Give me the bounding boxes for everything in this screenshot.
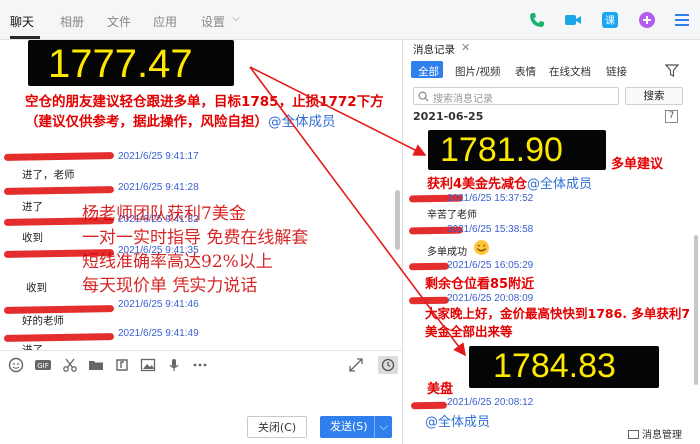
search-icon bbox=[418, 91, 429, 102]
calendar-icon[interactable]: 7 bbox=[665, 110, 678, 123]
redacted-name bbox=[3, 333, 115, 342]
history-search-input[interactable]: 搜索消息记录 bbox=[413, 87, 619, 105]
chevron-down-icon[interactable]: ⌵ bbox=[232, 13, 240, 24]
tab-settings[interactable]: 设置 bbox=[201, 13, 225, 30]
history-title: 消息记录 bbox=[413, 44, 455, 56]
svg-text:课: 课 bbox=[605, 15, 615, 27]
search-placeholder: 搜索消息记录 bbox=[433, 94, 493, 105]
send-button[interactable]: 发送(S) ⌵ bbox=[320, 416, 392, 438]
active-tab-indicator bbox=[10, 36, 40, 39]
more-dots-icon[interactable] bbox=[192, 357, 208, 373]
ad-overlay-line: 短线准确率高达92%以上 bbox=[82, 252, 273, 272]
history-tab-docs[interactable]: 在线文档 bbox=[549, 64, 591, 79]
history-tab-all[interactable]: 全部 bbox=[418, 64, 439, 79]
history-panel: 消息记录 ✕ 全部 图片/视频 表情 在线文档 链接 搜索消息记录 搜索 202… bbox=[402, 40, 700, 444]
price-value: 1777.47 bbox=[48, 42, 193, 86]
class-icon[interactable]: 课 bbox=[600, 10, 620, 30]
scissors-icon[interactable] bbox=[62, 357, 78, 373]
tab-apps[interactable]: 应用 bbox=[153, 13, 177, 30]
us-session-label: 美盘 bbox=[427, 382, 454, 397]
ad-overlay-line: 每天现价单 凭实力说话 bbox=[82, 276, 258, 296]
message-time: 2021/6/25 9:41:17 bbox=[118, 151, 199, 162]
chat-scrollbar[interactable] bbox=[395, 190, 400, 250]
ad-overlay-line: 一对一实时指导 免费在线解套 bbox=[82, 228, 309, 248]
redacted-name bbox=[408, 296, 450, 305]
gif-icon[interactable]: GIF bbox=[34, 357, 52, 373]
emoji-icon[interactable] bbox=[8, 357, 24, 373]
message-time: 2021/6/25 9:41:46 bbox=[118, 299, 199, 310]
message-text: 大家晚上好，金价最高快快到1786. 多单获利7美金全部出来等 bbox=[425, 306, 691, 339]
phone-icon[interactable] bbox=[527, 10, 547, 30]
history-icon[interactable] bbox=[378, 356, 398, 374]
top-nav: 聊天 相册 文件 应用 设置 ⌵ 课 bbox=[0, 0, 700, 40]
add-icon[interactable] bbox=[637, 10, 657, 30]
ad-overlay-line: 杨老师团队获利7美金 bbox=[82, 204, 246, 224]
message-input[interactable]: 关闭(C) 发送(S) ⌵ bbox=[0, 378, 402, 444]
mic-icon[interactable] bbox=[166, 357, 182, 373]
message-manage-icon bbox=[628, 430, 639, 439]
message-time: 2021/6/25 9:41:28 bbox=[118, 182, 199, 193]
redacted-name bbox=[3, 152, 115, 161]
message-text: 好的老师 bbox=[22, 315, 64, 327]
mention-all: @全体成员 bbox=[268, 114, 336, 130]
message-manage-link[interactable]: 消息管理 bbox=[628, 426, 682, 441]
history-scrollbar[interactable] bbox=[694, 235, 698, 385]
price-value-1: 1781.90 bbox=[440, 131, 563, 169]
history-date: 2021-06-25 bbox=[413, 110, 484, 123]
expand-icon[interactable] bbox=[348, 357, 364, 373]
message-time: 2021/6/25 20:08:12 bbox=[447, 397, 534, 408]
message-text: 进了，老师 bbox=[22, 169, 75, 181]
filter-icon[interactable] bbox=[665, 64, 681, 78]
grin-emoji-icon bbox=[474, 240, 489, 255]
svg-text:GIF: GIF bbox=[37, 362, 49, 370]
history-tab-emoji[interactable]: 表情 bbox=[515, 64, 536, 79]
message-text: 辛苦了老师 bbox=[427, 210, 477, 221]
more-icon[interactable] bbox=[672, 10, 692, 30]
message-text: 剩余仓位看85附近 bbox=[425, 277, 535, 292]
message-text: 收到 bbox=[22, 232, 43, 244]
message-time: 2021/6/25 20:08:09 bbox=[447, 293, 534, 304]
price-box-2: 1784.83 bbox=[469, 346, 659, 388]
message-manage-label: 消息管理 bbox=[642, 430, 682, 441]
history-search-button[interactable]: 搜索 bbox=[625, 87, 683, 105]
profit-note: 获利4美金先减仓@全体成员 bbox=[427, 177, 593, 192]
message-text: 收到 bbox=[26, 282, 47, 294]
chat-area: 1777.47 空仓的朋友建议轻仓跟进多单，目标1785，止损1772下方（建议… bbox=[0, 40, 402, 350]
price-box-1: 1781.90 bbox=[428, 130, 606, 170]
redacted-name bbox=[410, 401, 448, 410]
close-history-icon[interactable]: ✕ bbox=[461, 41, 470, 54]
price-box: 1777.47 bbox=[28, 40, 234, 86]
redacted-name bbox=[3, 186, 115, 195]
folder-icon[interactable] bbox=[88, 357, 104, 373]
long-suggestion-label: 多单建议 bbox=[611, 157, 664, 172]
message-time: 2021/6/25 15:37:52 bbox=[447, 193, 534, 204]
close-button[interactable]: 关闭(C) bbox=[247, 416, 307, 438]
tab-album[interactable]: 相册 bbox=[60, 13, 84, 30]
history-tab-media[interactable]: 图片/视频 bbox=[455, 64, 501, 79]
history-tab-links[interactable]: 链接 bbox=[606, 64, 627, 79]
price-value-2: 1784.83 bbox=[493, 347, 616, 385]
message-time: 2021/6/25 16:05:29 bbox=[447, 260, 534, 271]
send-button-label: 发送(S) bbox=[330, 420, 368, 433]
message-text: 进了 bbox=[22, 201, 43, 213]
message-text: 进了 bbox=[22, 344, 43, 350]
trade-note: 空仓的朋友建议轻仓跟进多单，目标1785，止损1772下方（建议仅供参考，据此操… bbox=[25, 94, 384, 130]
message-time: 2021/6/25 9:41:49 bbox=[118, 328, 199, 339]
image-icon[interactable] bbox=[140, 357, 156, 373]
redacted-name bbox=[408, 262, 450, 271]
tab-chat[interactable]: 聊天 bbox=[10, 13, 34, 30]
mention-all: @全体成员 bbox=[527, 177, 593, 192]
message-text: 多单成功 bbox=[427, 247, 467, 258]
send-options-chevron-icon[interactable]: ⌵ bbox=[374, 416, 392, 438]
tab-files[interactable]: 文件 bbox=[107, 13, 131, 30]
input-toolbar: GIF bbox=[0, 350, 402, 378]
mention-all: @全体成员 bbox=[425, 415, 491, 430]
video-call-icon[interactable] bbox=[563, 10, 583, 30]
message-time: 2021/6/25 15:38:58 bbox=[447, 224, 534, 235]
music-icon[interactable] bbox=[114, 357, 130, 373]
